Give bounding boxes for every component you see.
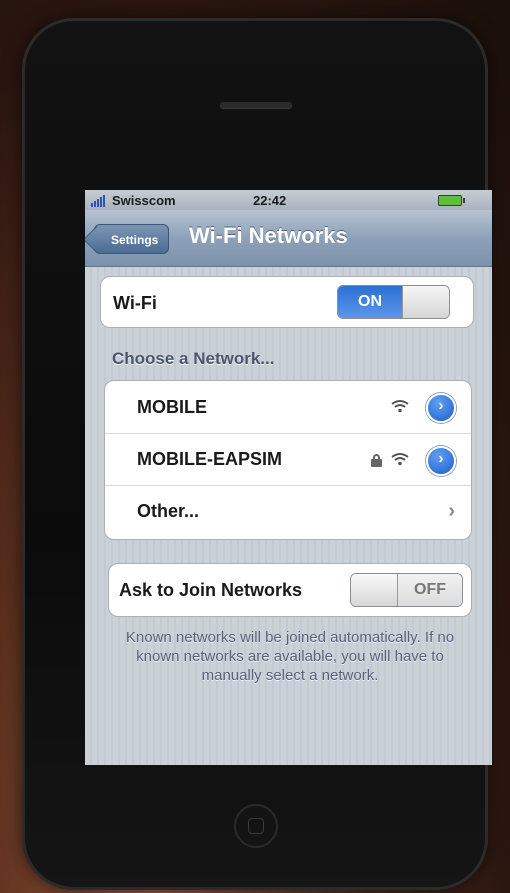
page-title: Wi-Fi Networks	[189, 223, 348, 248]
wifi-label: Wi-Fi	[113, 292, 157, 313]
settings-back-button[interactable]: Settings	[94, 224, 170, 254]
wifi-toggle[interactable]: ON	[337, 285, 450, 319]
wifi-row: Wi-Fi ON	[101, 277, 473, 329]
carrier-name: Swisscom	[112, 193, 176, 208]
network-row-other[interactable]: Other... ›	[105, 485, 471, 537]
wifi-signal-icon	[391, 400, 409, 413]
toggle-knob	[351, 574, 398, 606]
network-name: MOBILE	[137, 396, 207, 417]
earpiece-speaker	[220, 102, 292, 108]
phone-body: Swisscom 22:42 Settings Wi-Fi Networks W…	[22, 18, 492, 890]
detail-disclosure-icon[interactable]: ›	[426, 393, 456, 423]
network-name: Other...	[137, 501, 200, 521]
clock: 22:42	[253, 193, 287, 208]
ask-to-join-label: Ask to Join Networks	[119, 579, 303, 600]
choose-network-header: Choose a Network...	[112, 349, 275, 368]
network-row-mobile[interactable]: MOBILE ›	[105, 381, 471, 433]
battery-icon	[438, 195, 465, 206]
status-bar: Swisscom 22:42	[85, 190, 492, 210]
chevron-right-icon: ›	[448, 500, 455, 522]
ask-to-join-row: Ask to Join Networks OFF	[109, 564, 471, 616]
wifi-group: Wi-Fi ON	[100, 276, 474, 328]
screen: Swisscom 22:42 Settings Wi-Fi Networks W…	[85, 190, 492, 765]
back-button-label: Settings	[111, 233, 159, 247]
wifi-signal-icon	[391, 453, 409, 466]
signal-strength-icon	[91, 195, 105, 207]
ask-to-join-description: Known networks will be joined automatica…	[125, 629, 455, 684]
network-list: MOBILE › MOBILE-EAPSIM › Other... ›	[104, 380, 472, 540]
network-row-mobile-eapsim[interactable]: MOBILE-EAPSIM ›	[105, 433, 471, 485]
home-square-icon	[248, 818, 264, 834]
wifi-toggle-state: ON	[338, 286, 402, 318]
lock-icon	[371, 454, 382, 467]
navigation-bar: Settings Wi-Fi Networks	[85, 210, 492, 267]
detail-disclosure-icon[interactable]: ›	[426, 446, 456, 476]
ask-to-join-toggle[interactable]: OFF	[350, 573, 463, 607]
ask-to-join-toggle-state: OFF	[398, 574, 462, 606]
ask-to-join-group: Ask to Join Networks OFF	[108, 563, 472, 617]
network-name: MOBILE-EAPSIM	[137, 449, 283, 469]
toggle-knob	[402, 286, 449, 318]
home-button[interactable]	[234, 804, 278, 848]
